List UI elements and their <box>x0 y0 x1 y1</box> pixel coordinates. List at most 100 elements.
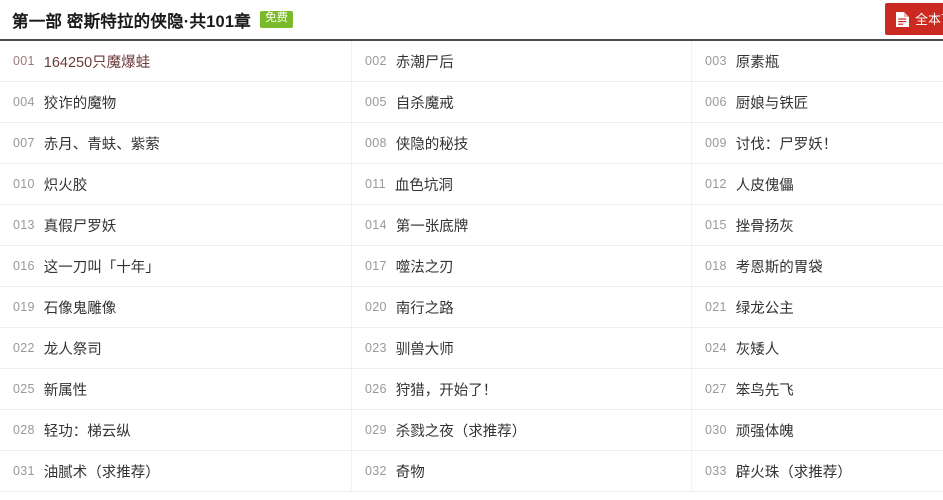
download-all-button[interactable]: 全本下载 <box>884 3 943 35</box>
chapter-link[interactable]: 024 灰矮人 <box>691 328 943 368</box>
chapter-title: 挫骨扬灰 <box>735 218 794 235</box>
chapter-index: 009 <box>705 136 727 150</box>
chapter-index: 031 <box>13 464 35 478</box>
chapter-title: 顽强体魄 <box>735 423 794 440</box>
chapter-link[interactable]: 018 考恩斯的胃袋 <box>691 246 943 286</box>
chapter-title: 南行之路 <box>395 300 454 317</box>
chapter-index: 022 <box>13 341 35 355</box>
volume-header: 第一部 密斯特拉的侠隐·共101章 免费 全本下载 <box>0 0 943 41</box>
chapter-index: 020 <box>365 300 387 314</box>
chapter-index: 021 <box>705 300 727 314</box>
chapter-title: 原素瓶 <box>735 54 780 71</box>
chapter-link[interactable]: 020 南行之路 <box>351 287 691 327</box>
chapter-title: 灰矮人 <box>735 341 780 358</box>
chapter-row: 007 赤月、青蚨、紫萦 008 侠隐的秘技 009 讨伐：尸罗妖！ <box>0 123 943 164</box>
chapter-title: 噬法之刃 <box>395 259 454 276</box>
chapter-link[interactable]: 009 讨伐：尸罗妖！ <box>691 123 943 163</box>
chapter-title: 笨鸟先飞 <box>735 382 794 399</box>
chapter-link[interactable]: 030 顽强体魄 <box>691 410 943 450</box>
chapter-title: 164250只魔爆蛙 <box>43 54 151 71</box>
chapter-row: 010 炽火胶 011 血色坑洞 012 人皮傀儡 <box>0 164 943 205</box>
chapter-index: 024 <box>705 341 727 355</box>
chapter-title: 真假尸罗妖 <box>43 218 117 235</box>
chapter-index: 003 <box>705 54 727 68</box>
chapter-link[interactable]: 022 龙人祭司 <box>0 328 351 368</box>
chapter-row: 031 油腻术（求推荐） 032 奇物 033 辟火珠（求推荐） <box>0 451 943 492</box>
chapter-index: 014 <box>365 218 387 232</box>
chapter-title: 自杀魔戒 <box>395 95 454 112</box>
chapter-index: 032 <box>365 464 387 478</box>
chapter-link[interactable]: 004 狡诈的魔物 <box>0 82 351 122</box>
chapter-index: 006 <box>705 95 727 109</box>
chapter-title: 油腻术（求推荐） <box>43 464 160 481</box>
chapter-link[interactable]: 033 辟火珠（求推荐） <box>691 451 943 491</box>
chapter-title: 轻功：梯云纵 <box>43 423 131 440</box>
chapter-index: 016 <box>13 259 35 273</box>
chapter-index: 008 <box>365 136 387 150</box>
chapter-link[interactable]: 028 轻功：梯云纵 <box>0 410 351 450</box>
chapter-title: 石像鬼雕像 <box>43 300 117 317</box>
chapter-index: 025 <box>13 382 35 396</box>
chapter-title: 侠隐的秘技 <box>395 136 469 153</box>
chapter-row: 016 这一刀叫「十年」 017 噬法之刃 018 考恩斯的胃袋 <box>0 246 943 287</box>
chapter-title: 考恩斯的胃袋 <box>735 259 823 276</box>
chapter-link[interactable]: 017 噬法之刃 <box>351 246 691 286</box>
chapter-link[interactable]: 012 人皮傀儡 <box>691 164 943 204</box>
chapter-link[interactable]: 008 侠隐的秘技 <box>351 123 691 163</box>
chapter-index: 028 <box>13 423 35 437</box>
chapter-row: 025 新属性 026 狩猎，开始了！ 027 笨鸟先飞 <box>0 369 943 410</box>
chapter-row: 004 狡诈的魔物 005 自杀魔戒 006 厨娘与铁匠 <box>0 82 943 123</box>
chapter-index: 026 <box>365 382 387 396</box>
chapter-link[interactable]: 003 原素瓶 <box>691 41 943 81</box>
chapter-link[interactable]: 031 油腻术（求推荐） <box>0 451 351 491</box>
chapter-index: 015 <box>705 218 727 232</box>
chapter-index: 010 <box>13 177 35 191</box>
chapter-link[interactable]: 032 奇物 <box>351 451 691 491</box>
chapter-link[interactable]: 013 真假尸罗妖 <box>0 205 351 245</box>
chapter-title: 讨伐：尸罗妖！ <box>735 136 838 153</box>
chapter-link[interactable]: 023 驯兽大师 <box>351 328 691 368</box>
chapter-index: 005 <box>365 95 387 109</box>
chapter-row: 001 164250只魔爆蛙 002 赤潮尸后 003 原素瓶 <box>0 41 943 82</box>
chapter-row: 019 石像鬼雕像 020 南行之路 021 绿龙公主 <box>0 287 943 328</box>
chapter-index: 007 <box>13 136 35 150</box>
chapter-link[interactable]: 029 杀戮之夜（求推荐） <box>351 410 691 450</box>
chapter-index: 027 <box>705 382 727 396</box>
chapter-index: 002 <box>365 54 387 68</box>
download-all-label: 全本下载 <box>914 11 943 27</box>
chapter-link[interactable]: 021 绿龙公主 <box>691 287 943 327</box>
chapter-link[interactable]: 019 石像鬼雕像 <box>0 287 351 327</box>
chapter-link[interactable]: 015 挫骨扬灰 <box>691 205 943 245</box>
chapter-list-page: 第一部 密斯特拉的侠隐·共101章 免费 全本下载 001164250只魔爆蛙0… <box>0 0 943 500</box>
chapter-index: 023 <box>365 341 387 355</box>
chapter-title: 龙人祭司 <box>43 341 102 358</box>
chapter-link[interactable]: 007 赤月、青蚨、紫萦 <box>0 123 351 163</box>
chapter-title: 赤月、青蚨、紫萦 <box>43 136 160 153</box>
chapter-grid: 001 164250只魔爆蛙 002 赤潮尸后 003 原素瓶 004 狡诈的魔物 005 自杀魔… <box>0 41 943 492</box>
chapter-index: 004 <box>13 95 35 109</box>
chapter-link[interactable]: 025 新属性 <box>0 369 351 409</box>
chapter-link[interactable]: 002 赤潮尸后 <box>351 41 691 81</box>
chapter-title: 人皮傀儡 <box>735 177 794 194</box>
chapter-row: 022 龙人祭司 023 驯兽大师 024 灰矮人 <box>0 328 943 369</box>
chapter-index: 033 <box>705 464 727 478</box>
chapter-index: 019 <box>13 300 35 314</box>
chapter-link[interactable]: 014 第一张底牌 <box>351 205 691 245</box>
chapter-title: 驯兽大师 <box>395 341 454 358</box>
chapter-link[interactable]: 005 自杀魔戒 <box>351 82 691 122</box>
chapter-index: 013 <box>13 218 35 232</box>
chapter-row: 028 轻功：梯云纵 029 杀戮之夜（求推荐） 030 顽强体魄 <box>0 410 943 451</box>
chapter-link[interactable]: 010 炽火胶 <box>0 164 351 204</box>
chapter-link[interactable]: 026 狩猎，开始了！ <box>351 369 691 409</box>
chapter-link[interactable]: 027 笨鸟先飞 <box>691 369 943 409</box>
chapter-index: 018 <box>705 259 727 273</box>
chapter-title: 厨娘与铁匠 <box>735 95 809 112</box>
chapter-link[interactable]: 001 164250只魔爆蛙 <box>0 41 351 81</box>
document-download-icon <box>895 11 910 28</box>
chapter-index: 029 <box>365 423 387 437</box>
chapter-link[interactable]: 011 血色坑洞 <box>351 164 691 204</box>
chapter-link[interactable]: 016 这一刀叫「十年」 <box>0 246 351 286</box>
chapter-index: 012 <box>705 177 727 191</box>
chapter-row: 013 真假尸罗妖 014 第一张底牌 015 挫骨扬灰 <box>0 205 943 246</box>
chapter-link[interactable]: 006 厨娘与铁匠 <box>691 82 943 122</box>
